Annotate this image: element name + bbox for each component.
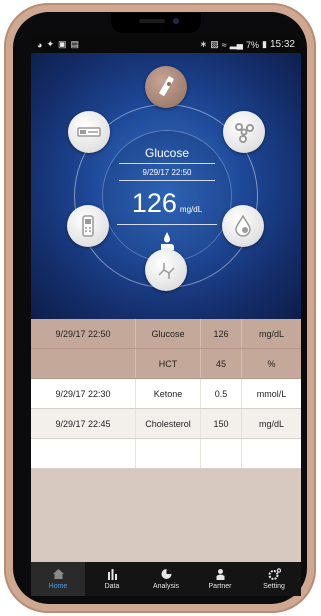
status-right-icons: ∗ ▧ ≈ ▂▄ 7% ▮ 15:32 — [200, 39, 295, 50]
cell-value: 150 — [201, 409, 242, 438]
bar-chart-icon — [107, 569, 117, 580]
gear-icon — [268, 568, 281, 580]
front-camera — [173, 18, 179, 24]
droplet-button[interactable] — [222, 205, 264, 247]
droplet-icon — [235, 214, 251, 237]
nfc-icon: ▧ — [210, 39, 219, 49]
cholesterol-icon — [77, 127, 101, 137]
battery-percent: 7% — [246, 39, 260, 50]
tab-label: Setting — [263, 583, 285, 590]
current-reading-panel: Glucose 9/29/17 22:50 126 mg/dL — [103, 131, 231, 261]
tab-data[interactable]: Data — [85, 562, 139, 596]
wrench-icon: ✦ — [46, 39, 54, 49]
pie-chart-icon — [161, 569, 171, 579]
measurement-dashboard: Glucose 9/29/17 22:50 126 mg/dL — [31, 53, 301, 319]
tab-label: Data — [104, 583, 120, 590]
cell-unit: mg/dL — [258, 328, 284, 339]
cell-datetime — [31, 439, 136, 468]
reading-unit: mg/dL — [179, 205, 203, 214]
cell-value: 45 — [201, 349, 242, 378]
tab-setting[interactable]: Setting — [247, 562, 301, 596]
cell-type — [136, 439, 201, 468]
cell-datetime — [31, 349, 136, 378]
cell-type: Cholesterol — [136, 409, 201, 438]
records-table: 9/29/17 22:50 Glucose 126 mg/dL HCT 45 %… — [31, 319, 301, 469]
table-row[interactable] — [31, 439, 301, 469]
table-row[interactable]: 9/29/17 22:45 Cholesterol 150 mg/dL — [31, 409, 301, 439]
tab-label: Analysis — [152, 583, 180, 590]
signal-icon: ▂▄ — [229, 39, 243, 49]
tab-analysis[interactable]: Analysis — [139, 562, 193, 596]
tab-label: Home — [48, 583, 68, 590]
divider — [117, 224, 217, 225]
partner-icon — [216, 569, 224, 580]
tab-partner[interactable]: Partner — [193, 562, 247, 596]
cell-value: 126 — [201, 319, 242, 348]
status-left-icons: ◕ ✦ ▣ ▤ — [37, 39, 79, 50]
divider — [119, 163, 215, 164]
reading-date: 9/29/17 22:50 — [142, 168, 192, 177]
status-bar: ◕ ✦ ▣ ▤ ∗ ▧ ≈ ▂▄ 7% ▮ 15:32 — [31, 36, 301, 53]
cholesterol-button[interactable] — [68, 111, 110, 153]
cell-unit: % — [267, 358, 276, 369]
chemistry-icon — [158, 263, 175, 279]
wifi-off-icon: ≈ — [221, 39, 227, 50]
table-row[interactable]: 9/29/17 22:50 Glucose 126 mg/dL — [31, 319, 301, 349]
calendar-icon: ▤ — [70, 39, 80, 49]
table-row[interactable]: 9/29/17 22:30 Ketone 0.5 mmol/L — [31, 379, 301, 409]
battery-icon: ▮ — [262, 39, 267, 49]
meter-button[interactable] — [67, 205, 109, 247]
wifi-icon: ◕ — [37, 39, 43, 50]
home-icon — [52, 569, 64, 579]
tab-home[interactable]: Home — [31, 562, 85, 596]
tab-label: Partner — [208, 583, 232, 590]
cell-datetime: 9/29/17 22:50 — [31, 319, 136, 348]
reading-value-group: 126 mg/dL — [103, 188, 231, 219]
cell-type: Glucose — [136, 319, 201, 348]
test-strip-button[interactable] — [145, 66, 187, 108]
cell-value — [201, 439, 242, 468]
cell-datetime: 9/29/17 22:30 — [31, 379, 136, 408]
cell-datetime: 9/29/17 22:45 — [31, 409, 136, 438]
bottom-tab-bar: Home Data Analysis Partner Setting — [31, 562, 301, 596]
molecule-icon — [235, 123, 254, 143]
clock: 15:32 — [269, 39, 295, 50]
molecule-button[interactable] — [223, 111, 265, 153]
cell-unit — [242, 439, 301, 468]
meter-icon — [82, 215, 94, 237]
cell-unit: mg/dL — [258, 418, 284, 429]
reading-type: Glucose — [144, 146, 190, 160]
cell-value: 0.5 — [201, 379, 242, 408]
reading-value: 126 — [131, 188, 177, 218]
divider — [119, 180, 215, 181]
gallery-icon: ▣ — [57, 39, 67, 49]
bluetooth-icon: ∗ — [199, 39, 208, 49]
cell-type: HCT — [136, 349, 201, 378]
chemistry-button[interactable] — [145, 249, 187, 291]
phone-notch — [111, 13, 201, 33]
test-strip-icon — [159, 76, 174, 96]
table-row[interactable]: HCT 45 % — [31, 349, 301, 379]
app-screen: ◕ ✦ ▣ ▤ ∗ ▧ ≈ ▂▄ 7% ▮ 15:32 Glucose 9/29… — [31, 36, 301, 596]
cell-type: Ketone — [136, 379, 201, 408]
earpiece-speaker — [139, 19, 165, 23]
cell-unit: mmol/L — [256, 388, 287, 399]
